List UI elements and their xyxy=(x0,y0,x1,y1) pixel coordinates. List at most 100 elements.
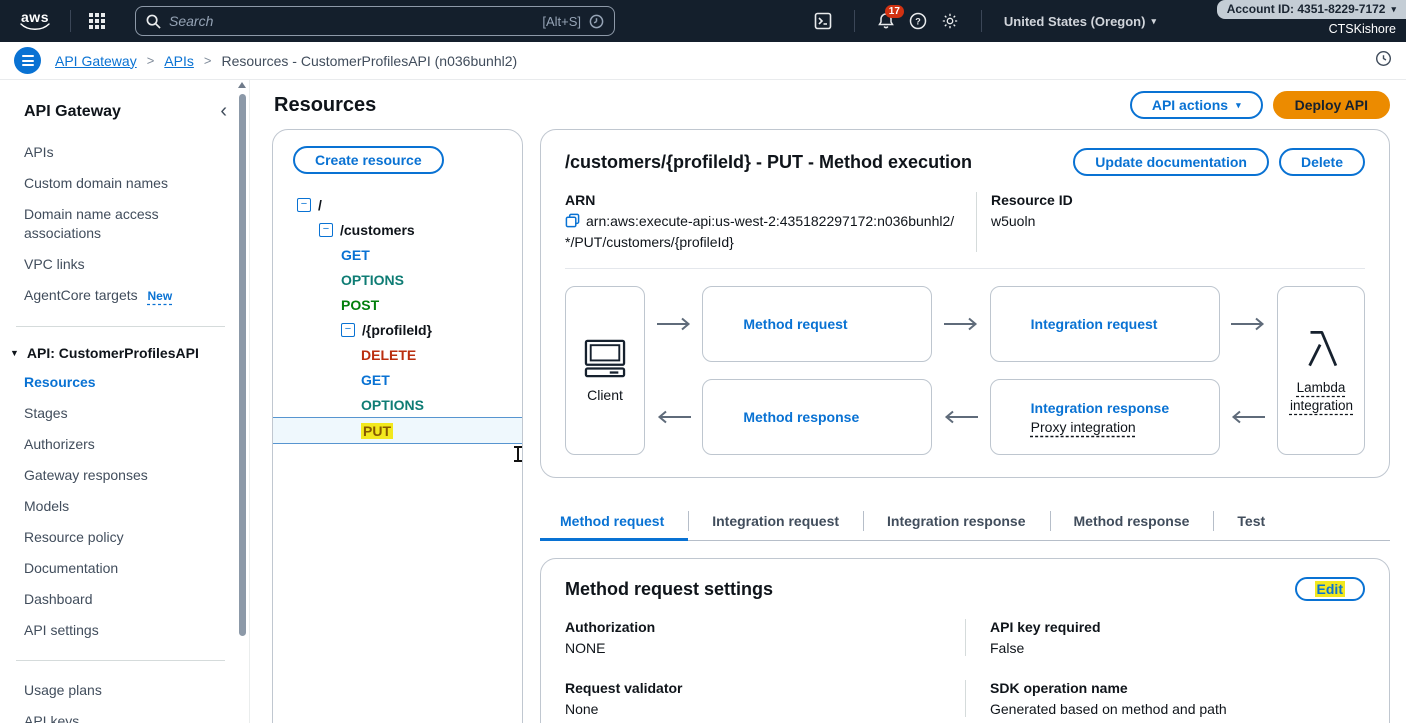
collapse-expander-icon[interactable]: − xyxy=(297,198,311,212)
tree-method-profileid-delete[interactable]: DELETE xyxy=(273,342,522,367)
aws-logo[interactable]: aws xyxy=(16,11,54,31)
top-navigation-bar: aws [Alt+S] xyxy=(0,0,1406,42)
tree-method-customers-post[interactable]: POST xyxy=(273,292,522,317)
integration-response-box[interactable]: Integration response Proxy integration xyxy=(990,379,1220,455)
field-api-key-required: API key required False xyxy=(965,619,1365,656)
method-response-link[interactable]: Method response xyxy=(743,409,859,425)
field-request-validator: Request validator None xyxy=(565,680,965,717)
method-execution-card: /customers/{profileId} - PUT - Method ex… xyxy=(540,129,1390,478)
sidebar-item-domain-name-access-associations[interactable]: Domain name access associations xyxy=(0,199,249,249)
tab-integration-request[interactable]: Integration request xyxy=(688,502,863,540)
arrow-right-icon xyxy=(655,317,693,331)
arrow-left-icon xyxy=(942,410,980,424)
tree-node-root[interactable]: − / xyxy=(273,192,522,217)
resources-tree-panel: Create resource − / − /customers GET OPT… xyxy=(272,129,523,723)
sidebar-item-usage-plans[interactable]: Usage plans xyxy=(0,675,249,706)
page-title: Resources xyxy=(274,94,376,117)
tree-method-customers-options[interactable]: OPTIONS xyxy=(273,267,522,292)
sidebar-item-stages[interactable]: Stages xyxy=(0,398,249,429)
breadcrumb-separator: > xyxy=(204,53,212,68)
account-menu[interactable]: Account ID: 4351-8229-7172 ▾ xyxy=(1217,0,1406,19)
tree-node-label: /customers xyxy=(340,222,415,238)
tree-node-customers[interactable]: − /customers xyxy=(273,217,522,242)
sidebar-item-api-settings[interactable]: API settings xyxy=(0,615,249,646)
sidebar-item-dashboard[interactable]: Dashboard xyxy=(0,584,249,615)
scrollbar-up-arrow[interactable] xyxy=(238,82,246,88)
sidebar-item-models[interactable]: Models xyxy=(0,491,249,522)
lambda-integration-box: Lambda integration xyxy=(1277,286,1365,455)
services-menu-icon[interactable] xyxy=(89,13,105,29)
arn-value: arn:aws:execute-api:us-west-2:4351822971… xyxy=(565,213,954,250)
collapse-expander-icon[interactable]: − xyxy=(341,323,355,337)
arn-label: ARN xyxy=(565,192,960,208)
tree-method-profileid-put-selected[interactable]: PUT xyxy=(273,417,522,444)
method-request-link[interactable]: Method request xyxy=(743,316,847,332)
help-icon[interactable]: ? xyxy=(909,12,927,30)
breadcrumb-link-apis[interactable]: APIs xyxy=(164,53,194,69)
edit-button[interactable]: Edit xyxy=(1295,577,1365,601)
settings-card-title: Method request settings xyxy=(565,579,773,600)
method-request-box[interactable]: Method request xyxy=(702,286,932,362)
deploy-api-button[interactable]: Deploy API xyxy=(1273,91,1390,119)
nav-divider xyxy=(70,10,71,32)
method-response-box[interactable]: Method response xyxy=(702,379,932,455)
recently-visited-icon[interactable] xyxy=(1375,50,1392,72)
lambda-integration-label[interactable]: Lambda integration xyxy=(1290,379,1352,415)
cloudshell-icon[interactable] xyxy=(814,12,832,30)
search-settings-icon[interactable] xyxy=(589,14,604,29)
create-resource-button[interactable]: Create resource xyxy=(293,146,444,174)
field-label: Authorization xyxy=(565,619,965,635)
sidebar-item-resources[interactable]: Resources xyxy=(0,367,249,398)
field-value: None xyxy=(565,701,965,717)
account-id-label: Account ID: 4351-8229-7172 xyxy=(1227,2,1386,16)
sidebar-divider xyxy=(16,660,225,661)
caret-down-icon: ▼ xyxy=(10,348,19,358)
sidebar-item-authorizers[interactable]: Authorizers xyxy=(0,429,249,460)
settings-gear-icon[interactable] xyxy=(941,12,959,30)
arrow-left-icon xyxy=(1229,410,1267,424)
sidebar-collapse-icon[interactable]: ‹ xyxy=(220,100,227,123)
update-documentation-button[interactable]: Update documentation xyxy=(1073,148,1269,176)
notifications-bell-icon[interactable]: 17 xyxy=(877,12,895,30)
tree-method-profileid-options[interactable]: OPTIONS xyxy=(273,392,522,417)
method-execution-diagram: Client Method request xyxy=(565,286,1365,455)
sidebar-item-vpc-links[interactable]: VPC links xyxy=(0,249,249,280)
delete-method-button[interactable]: Delete xyxy=(1279,148,1365,176)
integration-response-link[interactable]: Integration response xyxy=(1031,400,1169,416)
sidebar-item-documentation[interactable]: Documentation xyxy=(0,553,249,584)
integration-request-link[interactable]: Integration request xyxy=(1031,316,1158,332)
tab-integration-response[interactable]: Integration response xyxy=(863,502,1049,540)
sidebar-item-label: AgentCore targets xyxy=(24,287,138,303)
tree-method-customers-get[interactable]: GET xyxy=(273,242,522,267)
sidebar-scrollbar[interactable] xyxy=(239,94,246,636)
sidebar-item-resource-policy[interactable]: Resource policy xyxy=(0,522,249,553)
sidebar-item-custom-domain-names[interactable]: Custom domain names xyxy=(0,168,249,199)
copy-icon[interactable] xyxy=(565,213,580,233)
sidebar-api-section-header[interactable]: ▼ API: CustomerProfilesAPI xyxy=(0,341,249,367)
integration-request-box[interactable]: Integration request xyxy=(990,286,1220,362)
tab-test[interactable]: Test xyxy=(1213,502,1289,540)
tree-method-profileid-get[interactable]: GET xyxy=(273,367,522,392)
collapse-expander-icon[interactable]: − xyxy=(319,223,333,237)
client-box: Client xyxy=(565,286,645,455)
tab-method-request[interactable]: Method request xyxy=(540,502,688,540)
tab-method-response[interactable]: Method response xyxy=(1050,502,1214,540)
side-menu-toggle[interactable] xyxy=(14,47,41,74)
proxy-integration-label[interactable]: Proxy integration xyxy=(1031,419,1136,435)
nav-divider xyxy=(981,10,982,32)
client-computer-icon xyxy=(582,339,628,379)
global-search[interactable]: [Alt+S] xyxy=(135,6,615,36)
breadcrumb-link-api-gateway[interactable]: API Gateway xyxy=(55,53,137,69)
search-input[interactable] xyxy=(169,13,534,29)
breadcrumb-separator: > xyxy=(147,53,155,68)
method-execution-title: /customers/{profileId} - PUT - Method ex… xyxy=(565,148,972,173)
tree-node-profileid[interactable]: − /{profileId} xyxy=(273,317,522,342)
svg-text:?: ? xyxy=(915,17,921,27)
breadcrumb-bar: API Gateway > APIs > Resources - Custome… xyxy=(0,42,1406,80)
sidebar-item-api-keys[interactable]: API keys xyxy=(0,706,249,723)
sidebar-item-gateway-responses[interactable]: Gateway responses xyxy=(0,460,249,491)
api-actions-button[interactable]: API actions ▾ xyxy=(1130,91,1263,119)
region-selector[interactable]: United States (Oregon) ▾ xyxy=(1004,14,1156,29)
sidebar-item-agentcore-targets[interactable]: AgentCore targets New xyxy=(0,280,249,312)
sidebar-item-apis[interactable]: APIs xyxy=(0,137,249,168)
